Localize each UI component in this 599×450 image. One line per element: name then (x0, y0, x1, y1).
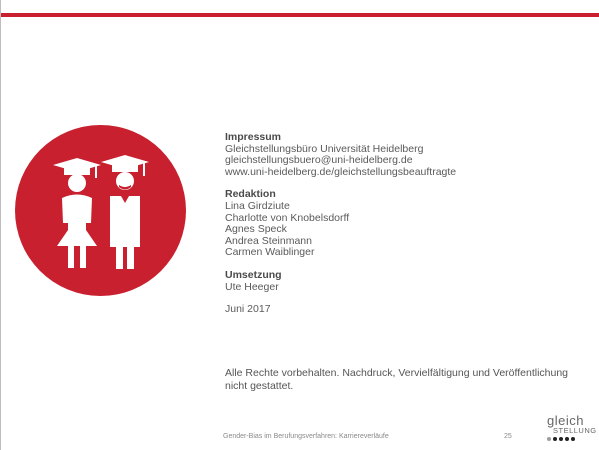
top-accent-bar (1, 13, 599, 17)
page-number: 25 (504, 433, 512, 440)
impressum-website: www.uni-heidelberg.de/gleichstellungsbea… (225, 165, 457, 178)
rights-notice: Alle Rechte vorbehalten. Nachdruck, Verv… (225, 367, 569, 392)
umsetzung-name: Ute Heeger (225, 280, 279, 293)
footer-title: Gender-Bias im Berufungsverfahren: Karri… (223, 433, 389, 440)
logo-word-stellung: STELLUNG (553, 426, 597, 435)
imprint-content: Impressum Gleichstellungsbüro Universitä… (225, 131, 590, 316)
redaktion-name: Carmen Waiblinger (225, 246, 315, 259)
redaktion-name: Lina Girdziute (225, 199, 290, 212)
graduates-icon (15, 125, 186, 296)
umsetzung-heading: Umsetzung (225, 268, 282, 281)
slide: Impressum Gleichstellungsbüro Universitä… (0, 0, 599, 450)
publication-date: Juni 2017 (225, 303, 271, 316)
gleichstellung-logo: gleich STELLUNG (547, 414, 599, 441)
logo-dots (547, 437, 599, 441)
redaktion-name: Agnes Speck (225, 223, 287, 236)
impressum-heading: Impressum (225, 131, 282, 143)
